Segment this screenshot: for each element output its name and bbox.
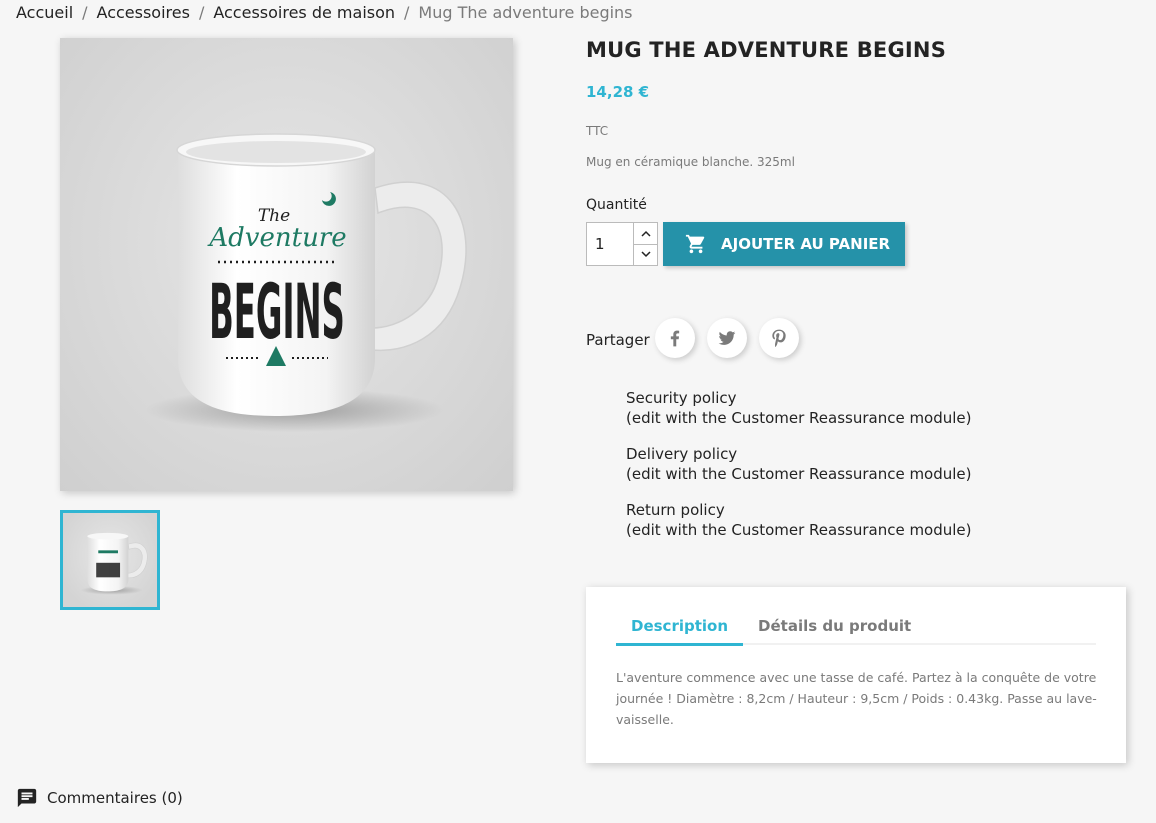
quantity-decrease-button[interactable]: [634, 243, 657, 266]
reassurance-return: Return policy (edit with the Customer Re…: [626, 500, 972, 540]
tab-description-content: L'aventure commence avec une tasse de ca…: [616, 670, 1097, 727]
shopping-cart-icon: [685, 234, 705, 254]
reassurance-subtitle: (edit with the Customer Reassurance modu…: [626, 409, 972, 427]
product-main-image[interactable]: The Adventure BEGINS: [60, 38, 513, 491]
reassurance-subtitle: (edit with the Customer Reassurance modu…: [626, 465, 972, 483]
mug-illustration: The Adventure BEGINS: [145, 133, 467, 432]
share-facebook-button[interactable]: [655, 318, 695, 358]
mug-text-begins: BEGINS: [209, 268, 345, 356]
product-thumbnail[interactable]: [60, 510, 160, 610]
reassurance-title: Security policy: [626, 389, 737, 407]
product-title: Mug The adventure begins: [586, 38, 947, 62]
mug-thumbnail-illustration: [80, 532, 148, 595]
reassurance-subtitle: (edit with the Customer Reassurance modu…: [626, 521, 972, 539]
reassurance-security: Security policy (edit with the Customer …: [626, 388, 972, 428]
reassurance-title: Return policy: [626, 501, 725, 519]
product-tabs-card: Description Détails du produit L'aventur…: [586, 587, 1126, 763]
quantity-stepper: [586, 222, 658, 266]
tax-label: TTC: [586, 124, 609, 138]
tabs-nav: Description Détails du produit: [616, 617, 1096, 646]
tab-product-details[interactable]: Détails du produit: [743, 617, 926, 645]
add-to-cart-button[interactable]: Ajouter au panier: [663, 222, 905, 266]
breadcrumb-home[interactable]: Accueil: [16, 3, 73, 22]
share-twitter-button[interactable]: [707, 318, 747, 358]
breadcrumb-separator: /: [404, 3, 410, 22]
reassurance-title: Delivery policy: [626, 445, 738, 463]
comments-section[interactable]: Commentaires (0): [16, 787, 183, 809]
chevron-up-icon: [640, 230, 651, 237]
facebook-icon: [670, 330, 680, 347]
mug-text-adventure: Adventure: [207, 223, 346, 253]
breadcrumb-separator: /: [82, 3, 88, 22]
breadcrumb-separator: /: [198, 3, 205, 22]
quantity-label: Quantité: [586, 197, 647, 213]
quantity-increase-button[interactable]: [634, 223, 657, 244]
twitter-icon: [718, 331, 736, 345]
breadcrumb-current: Mug The adventure begins: [418, 3, 633, 22]
comments-label: Commentaires (0): [47, 789, 183, 807]
breadcrumb: Accueil / Accessoires / Accessoires de maiso…: [16, 3, 633, 22]
product-short-description: Mug en céramique blanche. 325ml: [586, 155, 795, 169]
quantity-buttons: [633, 223, 657, 265]
reassurance-delivery: Delivery policy (edit with the Customer …: [626, 444, 972, 484]
pinterest-icon: [772, 329, 786, 348]
share-label: Partager: [586, 331, 650, 349]
comment-icon: [17, 788, 37, 808]
chevron-down-icon: [640, 251, 651, 258]
share-pinterest-button[interactable]: [759, 318, 799, 358]
add-to-cart-label: Ajouter au panier: [721, 235, 891, 253]
breadcrumb-accessoires[interactable]: Accessoires: [97, 3, 190, 22]
breadcrumb-accessoires-maison[interactable]: Accessoires de maison: [213, 3, 395, 22]
product-price: 14,28 €: [586, 83, 650, 101]
quantity-input[interactable]: [587, 223, 633, 265]
tab-description[interactable]: Description: [616, 617, 744, 646]
